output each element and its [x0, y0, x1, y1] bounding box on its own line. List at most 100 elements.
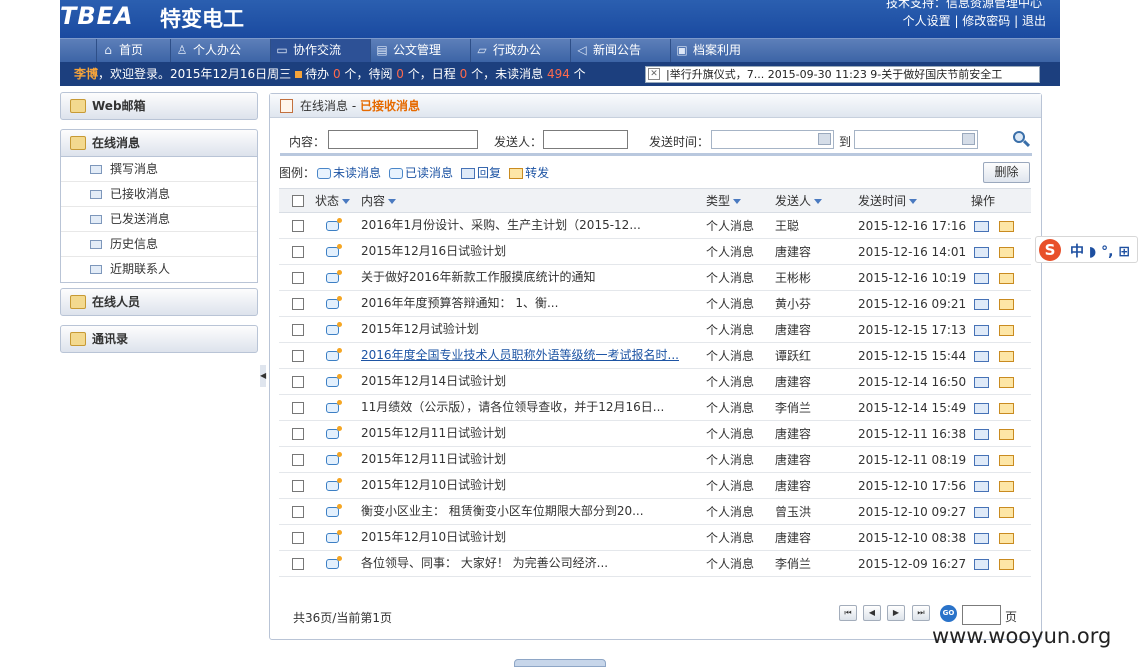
reply-icon[interactable] [974, 532, 989, 544]
sort-icon[interactable] [388, 199, 397, 204]
nav-documents[interactable]: ▤ 公文管理 [370, 39, 470, 63]
unread-count[interactable]: 494 [547, 67, 570, 81]
sidebar-item-sent[interactable]: 已发送消息 [61, 207, 257, 232]
reply-icon[interactable] [974, 298, 989, 310]
start-date-input[interactable] [711, 130, 834, 149]
table-row[interactable]: 各位领导、同事： 大家好！ 为完善公司经济... 个人消息 李俏兰 2015-12-0… [279, 550, 1031, 577]
row-checkbox[interactable] [292, 532, 304, 544]
select-all-checkbox[interactable] [292, 195, 304, 207]
first-page-button[interactable]: ⏮ [839, 605, 857, 621]
message-content[interactable]: 2015年12月试验计划 [361, 320, 479, 337]
reply-icon[interactable] [974, 376, 989, 388]
read-count[interactable]: 0 [396, 67, 404, 81]
reply-icon[interactable] [974, 428, 989, 440]
message-content[interactable]: 2015年12月10日试验计划 [361, 476, 506, 493]
calendar-icon[interactable] [962, 133, 975, 145]
forward-icon[interactable] [999, 272, 1014, 284]
forward-icon[interactable] [999, 376, 1014, 388]
nav-collaboration[interactable]: ▭ 协作交流 [270, 39, 370, 63]
settings-link[interactable]: 个人设置 [903, 14, 951, 28]
reply-icon[interactable] [974, 324, 989, 336]
row-checkbox[interactable] [292, 324, 304, 336]
message-content[interactable]: 2015年12月16日试验计划 [361, 242, 506, 259]
prev-page-button[interactable]: ◀ [863, 605, 881, 621]
nav-personal[interactable]: ♙ 个人办公 [170, 39, 270, 63]
panel-online-messages[interactable]: 在线消息 [60, 129, 258, 157]
table-row[interactable]: 衡变小区业主： 租赁衡变小区车位期限大部分到20... 个人消息 曾玉洪 2015-1… [279, 498, 1031, 525]
sidebar-item-history[interactable]: 历史信息 [61, 232, 257, 257]
nav-archive[interactable]: ▣ 档案利用 [670, 39, 760, 63]
row-checkbox[interactable] [292, 376, 304, 388]
calendar-icon[interactable] [818, 133, 831, 145]
row-checkbox[interactable] [292, 298, 304, 310]
reply-icon[interactable] [974, 402, 989, 414]
row-checkbox[interactable] [292, 350, 304, 362]
sidebar-item-received[interactable]: 已接收消息 [61, 182, 257, 207]
row-checkbox[interactable] [292, 402, 304, 414]
col-status[interactable]: 状态 [315, 188, 361, 213]
forward-icon[interactable] [999, 246, 1014, 258]
message-content[interactable]: 2016年年度预算答辩通知： 1、衡... [361, 294, 558, 311]
forward-icon[interactable] [999, 298, 1014, 310]
row-checkbox[interactable] [292, 220, 304, 232]
forward-icon[interactable] [999, 350, 1014, 362]
col-content[interactable]: 内容 [361, 188, 706, 213]
message-content[interactable]: 各位领导、同事： 大家好！ 为完善公司经济... [361, 554, 608, 571]
panel-online-users[interactable]: 在线人员 [60, 288, 258, 316]
sidebar-collapse-toggle[interactable]: ◀ [260, 365, 266, 387]
row-checkbox[interactable] [292, 246, 304, 258]
sort-icon[interactable] [814, 199, 823, 204]
message-content[interactable]: 2015年12月11日试验计划 [361, 450, 506, 467]
go-button[interactable]: GO [940, 605, 957, 622]
end-date-input[interactable] [854, 130, 978, 149]
table-row[interactable]: 2015年12月11日试验计划 个人消息 唐建容 2015-12-11 08:19 [279, 446, 1031, 473]
reply-icon[interactable] [974, 350, 989, 362]
sort-icon[interactable] [733, 199, 742, 204]
forward-icon[interactable] [999, 428, 1014, 440]
col-type[interactable]: 类型 [706, 188, 775, 213]
next-page-button[interactable]: ▶ [887, 605, 905, 621]
message-content[interactable]: 2015年12月10日试验计划 [361, 528, 506, 545]
row-checkbox[interactable] [292, 272, 304, 284]
sort-icon[interactable] [909, 199, 918, 204]
table-row[interactable]: 2015年12月14日试验计划 个人消息 唐建容 2015-12-14 16:50 [279, 368, 1031, 395]
table-row[interactable]: 2015年12月10日试验计划 个人消息 唐建容 2015-12-10 17:56 [279, 472, 1031, 499]
forward-icon[interactable] [999, 506, 1014, 518]
nav-news[interactable]: ◁ 新闻公告 [570, 39, 670, 63]
content-input[interactable] [328, 130, 478, 149]
message-content[interactable]: 2015年12月11日试验计划 [361, 424, 506, 441]
table-row[interactable]: 2015年12月10日试验计划 个人消息 唐建容 2015-12-10 08:38 [279, 524, 1031, 551]
forward-icon[interactable] [999, 558, 1014, 570]
sidebar-item-recent-contacts[interactable]: 近期联系人 [61, 257, 257, 282]
forward-icon[interactable] [999, 324, 1014, 336]
row-checkbox[interactable] [292, 558, 304, 570]
forward-icon[interactable] [999, 532, 1014, 544]
table-row[interactable]: 2016年年度预算答辩通知： 1、衡... 个人消息 黄小芬 2015-12-16 0… [279, 290, 1031, 317]
table-row[interactable]: 11月绩效（公示版），请各位领导查收，并于12月16日... 个人消息 李俏兰 201… [279, 394, 1031, 421]
col-time[interactable]: 发送时间 [858, 188, 971, 213]
table-row[interactable]: 2016年度全国专业技术人员职称外语等级统一考试报名时... 个人消息 谭跃红 201… [279, 342, 1031, 369]
message-content[interactable]: 2016年度全国专业技术人员职称外语等级统一考试报名时... [361, 346, 679, 363]
change-password-link[interactable]: 修改密码 [962, 14, 1010, 28]
last-page-button[interactable]: ⏭ [912, 605, 930, 621]
sender-input[interactable] [543, 130, 628, 149]
reply-icon[interactable] [974, 246, 989, 258]
row-checkbox[interactable] [292, 506, 304, 518]
table-row[interactable]: 2015年12月11日试验计划 个人消息 唐建容 2015-12-11 16:38 [279, 420, 1031, 447]
bottom-tab[interactable] [514, 659, 606, 667]
todo-count[interactable]: 0 [333, 67, 341, 81]
schedule-count[interactable]: 0 [460, 67, 468, 81]
message-content[interactable]: 2016年1月份设计、采购、生产主计划（2015-12... [361, 216, 641, 233]
nav-admin[interactable]: ▱ 行政办公 [470, 39, 570, 63]
forward-icon[interactable] [999, 454, 1014, 466]
message-content[interactable]: 11月绩效（公示版），请各位领导查收，并于12月16日... [361, 398, 664, 415]
delete-button[interactable]: 删除 [983, 162, 1030, 183]
sort-icon[interactable] [342, 199, 351, 204]
row-checkbox[interactable] [292, 428, 304, 440]
row-checkbox[interactable] [292, 480, 304, 492]
panel-web-mail[interactable]: Web邮箱 [60, 92, 258, 120]
logout-link[interactable]: 退出 [1022, 14, 1046, 28]
reply-icon[interactable] [974, 454, 989, 466]
reply-icon[interactable] [974, 558, 989, 570]
message-content[interactable]: 关于做好2016年新款工作服摸底统计的通知 [361, 268, 596, 285]
